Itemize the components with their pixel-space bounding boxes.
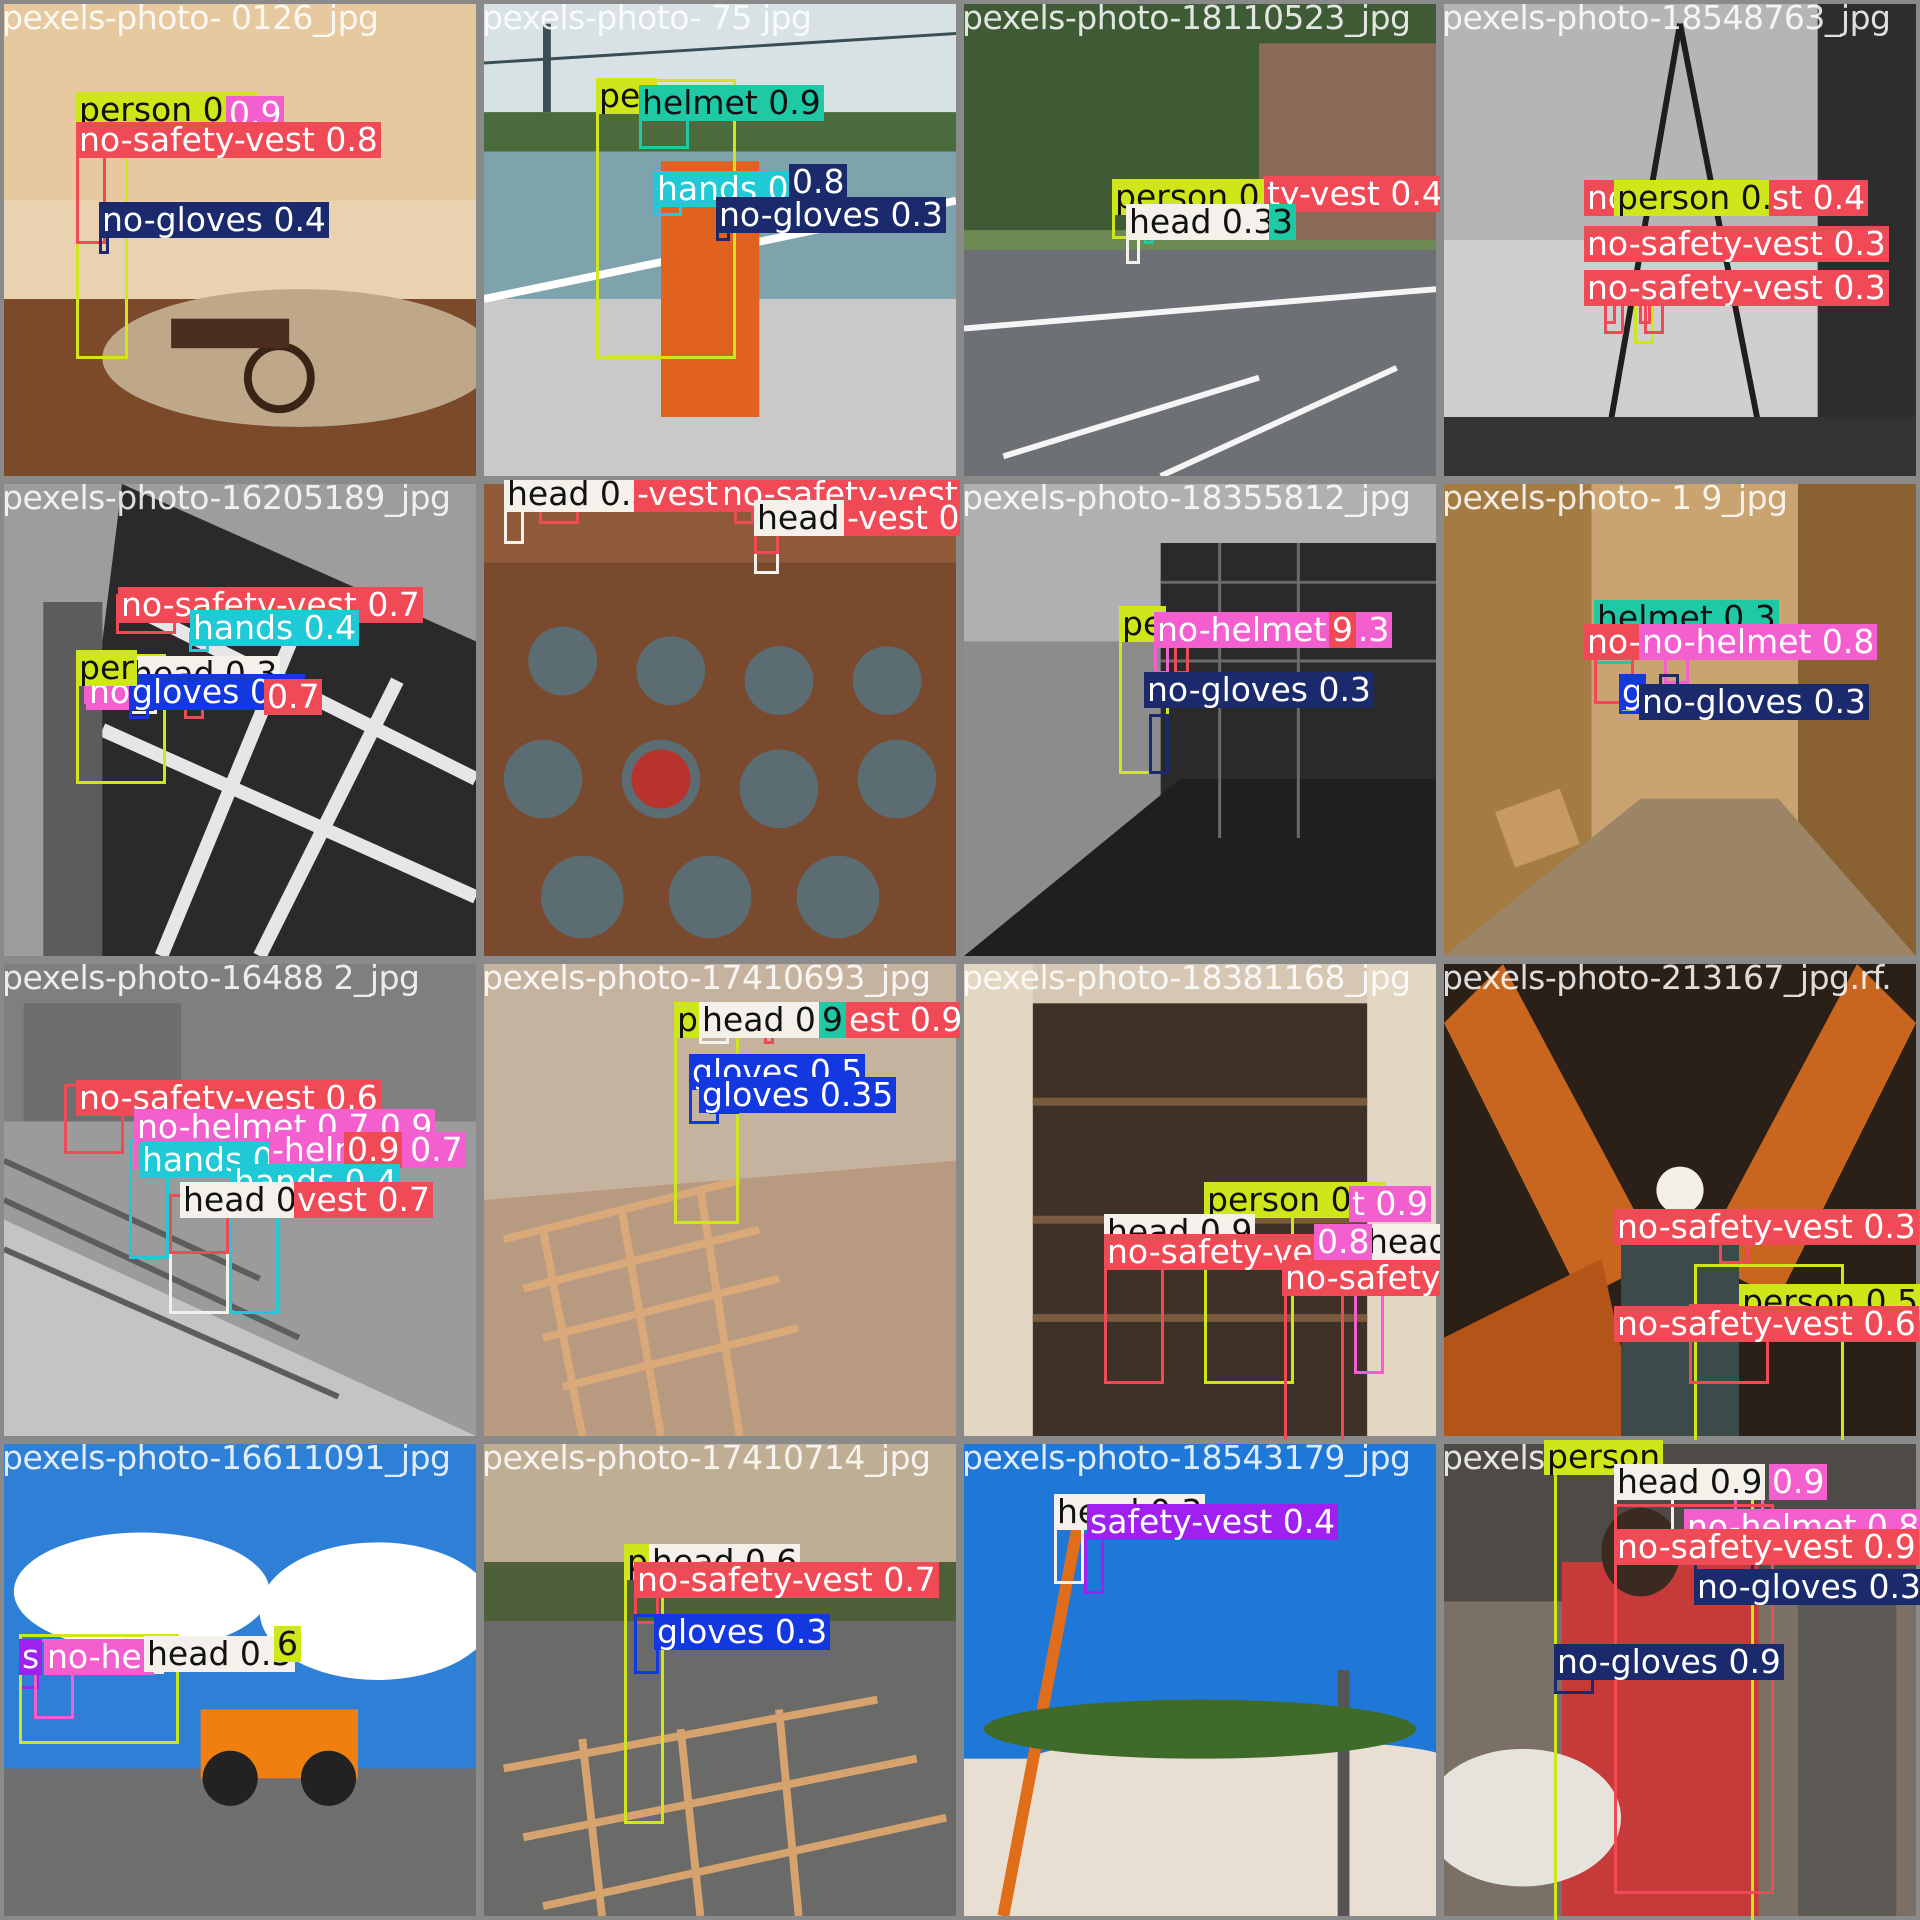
prediction-tile: pexels-photo- 1 9_jpg helmet 0.3 no-sa no-h… bbox=[1440, 480, 1920, 960]
bbox-label-no-safety-vest: no-safety-vest 0.8 bbox=[76, 122, 381, 158]
bbox-label-no-safety-vest: 9 bbox=[1329, 612, 1356, 648]
prediction-tile: pexels-photo- 75 jpg per helmet 0.9 hands 0… bbox=[480, 0, 960, 480]
bbox-label-no-gloves: no-gloves 0.4 bbox=[99, 202, 329, 238]
prediction-grid: pexels-photo- 0126_jpg person 0.9 0.9 no-sa… bbox=[0, 0, 1920, 1920]
bbox-label-helmet: 3 bbox=[1269, 204, 1296, 240]
tile-photo bbox=[484, 484, 956, 956]
scene-image bbox=[484, 484, 956, 956]
bbox-label-no-safety-vest: vest 0.7 bbox=[294, 1182, 433, 1218]
bbox-label-no-safety-vest: st 0.4 bbox=[1769, 180, 1869, 216]
tile-photo bbox=[484, 1444, 956, 1916]
bbox-label-no-helmet: no-helmet 0.3 bbox=[1154, 612, 1393, 648]
prediction-tile: pexels-photo-17410714_jpgphead 0.6no-saf… bbox=[480, 1440, 960, 1920]
bbox-label-no-safety-vest: no-safety-vest 0.6 bbox=[1614, 1306, 1919, 1342]
bbox-label-no-safety-vest: no-safety-vest 0.3 bbox=[1584, 226, 1889, 262]
tile-photo bbox=[1444, 964, 1916, 1436]
bbox-label-no-gloves: no-gloves 0.3 bbox=[1639, 684, 1869, 720]
bbox-label-helmet: helmet 0.9 bbox=[639, 85, 824, 121]
tile-filename: pexels-photo-16205189_jpg bbox=[2, 480, 451, 517]
tile-filename: pexels-photo-213167_jpg.rf. bbox=[1442, 960, 1892, 997]
bbox-label-person: per bbox=[76, 650, 137, 686]
prediction-tile: pexels-photo-16488 2_jpg no-safety-vest 0… bbox=[0, 960, 480, 1440]
prediction-tile: pexels-photo-16611091_jpgs no-hel head 0.5… bbox=[0, 1440, 480, 1920]
tile-photo bbox=[4, 4, 476, 476]
scene-image bbox=[964, 484, 1436, 956]
prediction-tile: pexels-photo-213167_jpg.rf. no-safety-ves… bbox=[1440, 960, 1920, 1440]
bbox-label-head: head 0.3 bbox=[504, 480, 656, 512]
bbox-label-no-safety-vest: est 0.9 bbox=[846, 1002, 960, 1038]
prediction-tile: pexels-photo-16205189_jpg no-safety-vest … bbox=[0, 480, 480, 960]
prediction-tile: pexels-photo-18548763_jpg no person 0.3 st … bbox=[1440, 0, 1920, 480]
bbox-label-no-gloves: no-gloves 0.9 bbox=[1554, 1644, 1784, 1680]
bbox-label-gloves: gloves 0.3 bbox=[654, 1614, 831, 1650]
bbox-no-gloves bbox=[1149, 714, 1169, 774]
bbox-label-no-safety-vest: 0.7 bbox=[264, 679, 323, 715]
tile-filename: pexels-photo-16611091_jpg bbox=[2, 1440, 451, 1477]
scene-image bbox=[4, 4, 476, 476]
tile-filename: pexels-photo-16488 2_jpg bbox=[2, 960, 420, 997]
tile-filename: pexels-photo-18381168_jpg bbox=[962, 960, 1411, 997]
tile-filename: pexels-photo-18543179_jpg bbox=[962, 1440, 1411, 1477]
bbox-label-hands: hands 0.4 bbox=[190, 610, 360, 646]
bbox-label-head: head 0.3 bbox=[1126, 204, 1278, 240]
bbox-label-no-safety-vest: no-safety-vest 0.3 bbox=[1584, 270, 1889, 306]
bbox-label-no-gloves: no-gloves 0.3 bbox=[1694, 1569, 1920, 1605]
tile-filename: pexels bbox=[1442, 1440, 1545, 1477]
tile-filename: pexels-photo- 75 jpg bbox=[482, 0, 812, 37]
prediction-tile: pexels-photo- 0126_jpg person 0.9 0.9 no-sa… bbox=[0, 0, 480, 480]
bbox-label-person: 6 bbox=[274, 1626, 301, 1662]
prediction-tile: pexels person head 0.9 0.9 no-helmet 0.8 no-s… bbox=[1440, 1440, 1920, 1920]
tile-filename: pexels-photo-17410714_jpg bbox=[482, 1440, 931, 1477]
bbox-label-no-helmet: 0.8 bbox=[1314, 1224, 1373, 1260]
bbox-label-no-helmet: t 0.9 bbox=[1349, 1186, 1431, 1222]
scene-image bbox=[4, 484, 476, 956]
tile-filename: pexels-photo-18548763_jpg bbox=[1442, 0, 1891, 37]
bbox-label-head: head 0.5 bbox=[144, 1636, 296, 1672]
tile-photo bbox=[964, 484, 1436, 956]
bbox-label-no-safety-vest: -vest 0.8 bbox=[844, 500, 960, 536]
scene-image bbox=[484, 1444, 956, 1916]
bbox-label-head: head 0.9 bbox=[1614, 1464, 1766, 1500]
bbox-label-no-safety-vest: no-safety-vest 0.7 bbox=[634, 1562, 939, 1598]
tile-filename: pexels-photo-18355812_jpg bbox=[962, 480, 1411, 517]
prediction-tile: pexels-photo-18110523_jpg person 0.3 ty-ve… bbox=[960, 0, 1440, 480]
bbox-label-no-safety-vest: no-safety-vest 0.3 bbox=[1614, 1209, 1919, 1245]
tile-filename: pexels-photo- 1 9_jpg bbox=[1442, 480, 1788, 517]
bbox-label-safety-vest: safety-vest 0.4 bbox=[1087, 1504, 1339, 1540]
tile-filename: pexels-photo-18110523_jpg bbox=[962, 0, 1411, 37]
tile-filename: pexels-photo- 0126_jpg bbox=[2, 0, 379, 37]
prediction-tile: pexels-photo-18381168_jpg person 0.9 t 0.9… bbox=[960, 960, 1440, 1440]
bbox-label-no-helmet: no-hel bbox=[44, 1639, 155, 1675]
prediction-tile: person 0.3head 0.3-vest 0no-safety-vest … bbox=[480, 480, 960, 960]
scene-image bbox=[1444, 964, 1916, 1436]
bbox-label-no-gloves: no-gloves 0.3 bbox=[716, 197, 946, 233]
bbox-safety-vest bbox=[1084, 1534, 1104, 1594]
tile-photo bbox=[4, 484, 476, 956]
prediction-tile: pexels-photo-18543179_jpghead 0.3safety-… bbox=[960, 1440, 1440, 1920]
bbox-label-no-safety-vest: no-safety-vest 0.7 bbox=[1282, 1260, 1440, 1296]
bbox-label-no-helmet: no-helmet 0.8 bbox=[1639, 624, 1878, 660]
bbox-label-helmet: 9 bbox=[819, 1002, 846, 1038]
bbox-label-no-helmet: 0.9 bbox=[1769, 1464, 1828, 1500]
bbox-label-head: head 0.7 bbox=[1364, 1224, 1440, 1260]
prediction-tile: pexels-photo-18355812_jpg pe no-helmet 0.3… bbox=[960, 480, 1440, 960]
bbox-label-gloves: gloves 0.35 bbox=[699, 1077, 897, 1113]
bbox-label-safety-vest: s bbox=[19, 1639, 43, 1675]
bbox-label-no-safety-vest: no-safety-vest 0.9 bbox=[1614, 1529, 1919, 1565]
bbox-label-no-gloves: no-gloves 0.3 bbox=[1144, 672, 1374, 708]
tile-filename: pexels-photo-17410693_jpg bbox=[482, 960, 931, 997]
prediction-tile: pexels-photo-17410693_jpg pe head 0.5 9 est … bbox=[480, 960, 960, 1440]
